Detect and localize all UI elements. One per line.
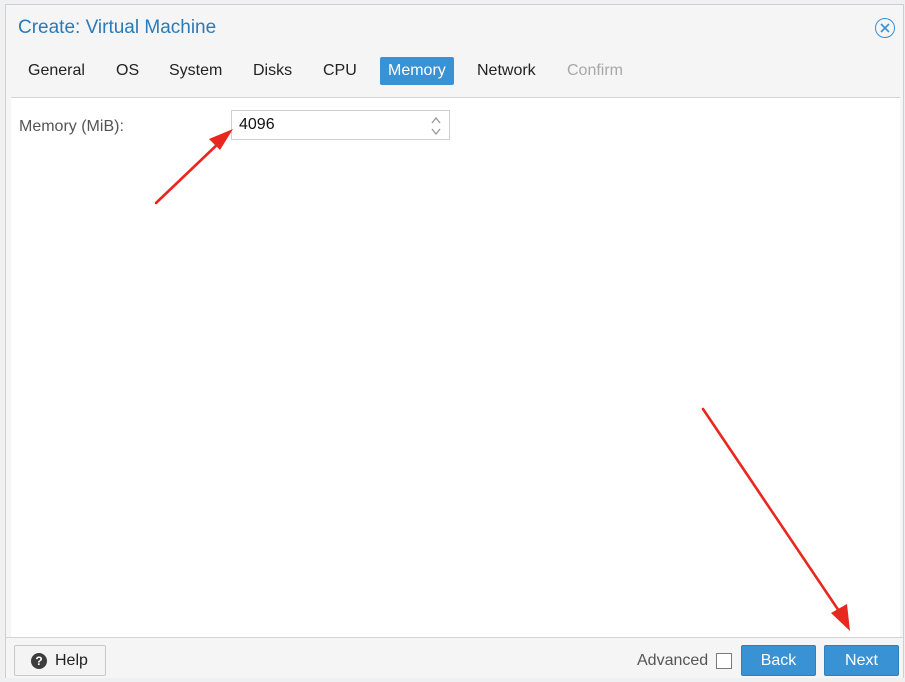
tab-disks[interactable]: Disks xyxy=(253,57,292,85)
help-label: Help xyxy=(55,652,88,669)
tab-network[interactable]: Network xyxy=(477,57,536,85)
dialog-title: Create: Virtual Machine xyxy=(18,17,217,38)
create-vm-dialog: Create: Virtual Machine General OS Syste… xyxy=(5,4,904,678)
memory-label: Memory (MiB): xyxy=(19,118,124,135)
close-icon xyxy=(880,23,890,33)
back-button[interactable]: Back xyxy=(741,645,816,676)
help-button[interactable]: ? Help xyxy=(14,645,106,676)
advanced-label: Advanced xyxy=(637,652,709,669)
tab-cpu[interactable]: CPU xyxy=(323,57,357,85)
tab-system[interactable]: System xyxy=(169,57,222,85)
memory-input[interactable] xyxy=(232,111,422,139)
memory-spinner xyxy=(231,110,450,140)
close-button[interactable] xyxy=(875,18,895,38)
spin-up-button[interactable] xyxy=(429,113,443,125)
next-button[interactable]: Next xyxy=(824,645,899,676)
chevron-down-icon xyxy=(431,128,441,136)
tab-confirm: Confirm xyxy=(567,62,624,79)
dialog-footer: ? Help Advanced Back Next xyxy=(6,637,903,678)
tab-memory[interactable]: Memory xyxy=(380,57,454,85)
tab-os[interactable]: OS xyxy=(116,57,139,85)
tab-general[interactable]: General xyxy=(28,57,85,85)
spin-down-button[interactable] xyxy=(429,125,443,137)
question-circle-icon: ? xyxy=(31,653,47,669)
advanced-checkbox[interactable] xyxy=(716,653,732,669)
memory-panel: Memory (MiB): xyxy=(11,97,900,637)
